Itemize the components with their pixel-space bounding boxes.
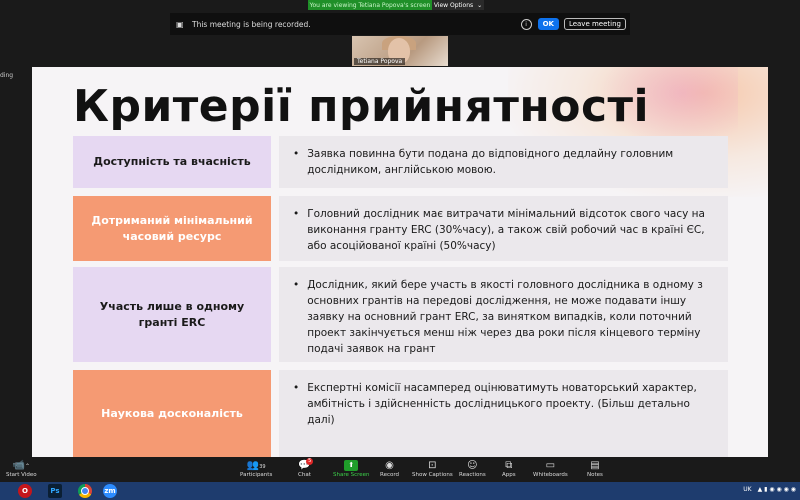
- reactions-button[interactable]: ☺ Reactions: [459, 459, 486, 478]
- chrome-icon[interactable]: [78, 484, 92, 498]
- criteria-label: Наукова досконалість: [73, 370, 271, 457]
- apps-label: Apps: [502, 472, 516, 478]
- chat-icon: 💬 5: [298, 458, 314, 471]
- participants-label: Participants: [240, 472, 273, 478]
- photoshop-label: Ps: [50, 487, 60, 495]
- view-options-button[interactable]: View Options ⌄: [432, 0, 484, 10]
- criteria-row: Участь лише в одному гранті ERC • Дослід…: [73, 267, 728, 362]
- share-screen-button[interactable]: ⬆ Share Screen: [333, 459, 370, 478]
- whiteboards-button[interactable]: ▭ Whiteboards: [533, 459, 568, 478]
- criteria-text: Головний дослідник має витрачати мінімал…: [307, 208, 705, 252]
- zoom-label: zm: [104, 487, 116, 495]
- start-video-label: Start Video: [6, 472, 37, 478]
- screen-share-banner: You are viewing Tetiana Popova's screen …: [308, 0, 484, 10]
- show-captions-button[interactable]: ⊡ Show Captions: [412, 459, 453, 478]
- criteria-label: Участь лише в одному гранті ERC: [73, 267, 271, 362]
- meeting-toolbar: 📹⌃ Start Video 👥39 Participants 💬 5 Chat …: [0, 457, 800, 482]
- info-icon[interactable]: i: [520, 18, 532, 30]
- record-label: Record: [380, 472, 400, 478]
- leave-meeting-button[interactable]: Leave meeting: [563, 18, 626, 30]
- share-screen-label: Share Screen: [333, 472, 370, 478]
- chevron-down-icon: ⌄: [477, 1, 483, 9]
- system-tray: UK ▲ ▮ ◉ ◉ ◉ ◉: [743, 486, 796, 493]
- criteria-text: Експертні комісії насамперед оцінюватиму…: [307, 382, 697, 426]
- recording-text: This meeting is being recorded.: [192, 19, 311, 29]
- slide-title: Критерії прийнятності: [73, 81, 650, 132]
- windows-taskbar: O Ps zm UK ▲ ▮ ◉ ◉ ◉ ◉: [0, 482, 800, 500]
- record-icon: ◉: [385, 460, 394, 471]
- captions-icon: ⊡: [428, 460, 437, 471]
- whiteboard-icon: ▭: [545, 460, 556, 471]
- criteria-description: • Заявка повинна бути подана до відповід…: [279, 136, 728, 188]
- start-video-button[interactable]: 📹⌃ Start Video: [6, 459, 37, 478]
- notes-button[interactable]: ▤ Notes: [587, 459, 603, 478]
- criteria-label: Доступність та вчасність: [73, 136, 271, 188]
- participant-name: Tetiana Popova: [354, 58, 406, 65]
- shared-slide: Критерії прийнятності Доступність та вча…: [32, 67, 768, 457]
- participant-video[interactable]: Tetiana Popova: [352, 36, 448, 66]
- bullet-icon: •: [293, 382, 300, 394]
- criteria-label: Дотриманий мінімальний часовий ресурс: [73, 196, 271, 261]
- criteria-description: • Дослідник, який бере участь в якості г…: [279, 267, 728, 362]
- reactions-icon: ☺: [467, 460, 478, 471]
- opera-icon[interactable]: O: [18, 484, 32, 498]
- photoshop-icon[interactable]: Ps: [48, 484, 62, 498]
- whiteboards-label: Whiteboards: [533, 472, 568, 478]
- bullet-icon: •: [293, 279, 300, 291]
- chat-button[interactable]: 💬 5 Chat: [298, 458, 314, 478]
- zoom-icon[interactable]: zm: [103, 484, 117, 498]
- share-screen-icon: ⬆: [344, 460, 359, 471]
- apps-icon: ⧉: [505, 460, 513, 471]
- side-text: ding: [0, 72, 14, 79]
- show-captions-label: Show Captions: [412, 472, 453, 478]
- bullet-icon: •: [293, 148, 300, 160]
- criteria-description: • Експертні комісії насамперед оцінювати…: [279, 370, 728, 457]
- view-options-label: View Options: [433, 1, 474, 9]
- record-button[interactable]: ◉ Record: [380, 459, 399, 478]
- participants-count: 39: [259, 464, 266, 470]
- recording-icon: ▣: [176, 19, 184, 29]
- criteria-row: Дотриманий мінімальний часовий ресурс • …: [73, 196, 728, 261]
- participants-button[interactable]: 👥39 Participants: [240, 459, 272, 478]
- reactions-label: Reactions: [459, 472, 486, 478]
- notes-icon: ▤: [590, 460, 600, 471]
- criteria-text: Дослідник, який бере участь в якості гол…: [307, 279, 703, 355]
- ok-button[interactable]: OK: [537, 18, 559, 30]
- criteria-row: Доступність та вчасність • Заявка повинн…: [73, 136, 728, 188]
- language-indicator[interactable]: UK: [743, 486, 751, 493]
- chrome-center: [81, 487, 89, 495]
- bullet-icon: •: [293, 208, 300, 220]
- chat-badge: 5: [306, 458, 314, 465]
- criteria-text: Заявка повинна бути подана до відповідно…: [307, 148, 674, 176]
- tray-icons[interactable]: ▲ ▮ ◉ ◉ ◉ ◉: [758, 486, 796, 493]
- viewing-screen-text: You are viewing Tetiana Popova's screen: [308, 0, 432, 10]
- notes-label: Notes: [587, 472, 603, 478]
- apps-button[interactable]: ⧉ Apps: [502, 459, 516, 478]
- recording-notice-bar: ▣ This meeting is being recorded. i OK L…: [170, 13, 630, 35]
- criteria-description: • Головний дослідник має витрачати мінім…: [279, 196, 728, 261]
- video-off-icon: 📹⌃: [12, 460, 31, 471]
- criteria-row: Наукова досконалість • Експертні комісії…: [73, 370, 728, 457]
- participants-icon: 👥39: [246, 460, 266, 471]
- chat-label: Chat: [298, 472, 311, 478]
